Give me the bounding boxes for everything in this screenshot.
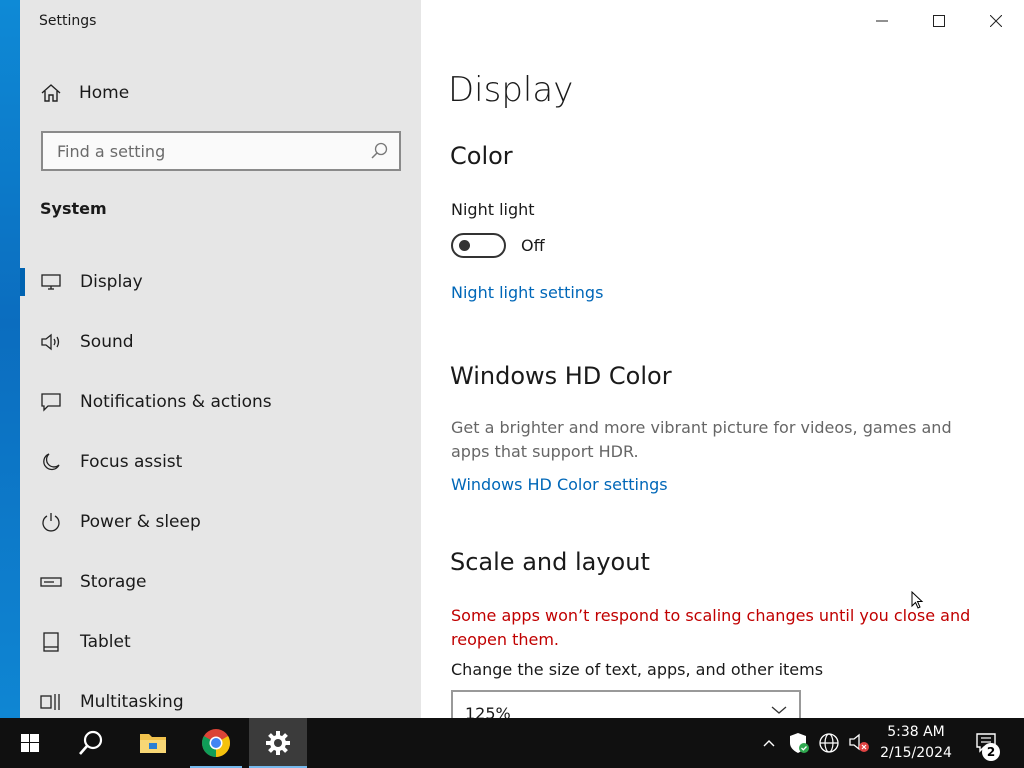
sidebar-nav: Display Sound Notifications & actions Fo… [20,252,421,718]
monitor-icon [40,271,62,293]
scale-size-label: Change the size of text, apps, and other… [451,660,824,679]
content-pane: Display Color Night light Off Night ligh… [421,0,1024,718]
sidebar-item-label: Notifications & actions [80,392,272,412]
scale-dropdown[interactable]: 125% [451,690,801,718]
search-button[interactable] [62,718,120,768]
hd-color-description: Get a brighter and more vibrant picture … [451,418,952,461]
sidebar-item-label: Power & sleep [80,512,201,532]
volume-tray-button[interactable] [846,718,872,768]
scale-layout-heading: Scale and layout [450,548,650,576]
settings-window: Settings Home System Display [20,0,1024,718]
night-light-state: Off [521,236,545,255]
sidebar-item-tablet[interactable]: Tablet [20,612,421,672]
chrome-icon [202,729,230,757]
sidebar-item-display[interactable]: Display [20,252,421,312]
minimize-icon [875,20,888,22]
folder-icon [140,734,166,753]
sidebar: Settings Home System Display [20,0,421,718]
minimize-button[interactable] [853,0,910,42]
shield-icon [790,733,809,753]
page-title: Display [448,70,574,110]
sidebar-item-label: Multitasking [80,692,184,712]
app-title: Settings [39,13,97,29]
network-tray-button[interactable] [816,718,842,768]
night-light-label: Night light [451,200,535,219]
sidebar-item-label: Focus assist [80,452,183,472]
hd-color-settings-link[interactable]: Windows HD Color settings [451,475,668,494]
toggle-knob [459,240,470,251]
chevron-down-icon [771,706,787,714]
maximize-button[interactable] [910,0,967,42]
file-explorer-button[interactable] [126,718,180,768]
volume-muted-icon [849,733,869,752]
close-button[interactable] [967,0,1024,42]
taskbar-clock[interactable]: 5:38 AM 2/15/2024 [876,722,956,764]
sidebar-item-notifications[interactable]: Notifications & actions [20,372,421,432]
settings-taskbar-button[interactable] [249,718,307,768]
show-hidden-icons-button[interactable] [758,718,780,768]
windows-logo-icon [21,734,39,752]
security-tray-button[interactable] [786,718,812,768]
notification-count-badge: 2 [982,743,1000,761]
scale-dropdown-value: 125% [465,703,511,719]
night-light-toggle[interactable] [451,233,506,258]
home-icon [41,84,61,102]
action-center-button[interactable]: 2 [966,718,1006,768]
mouse-cursor [911,591,924,609]
night-light-settings-link[interactable]: Night light settings [451,283,603,302]
power-icon [40,511,62,533]
sidebar-item-power-sleep[interactable]: Power & sleep [20,492,421,552]
sidebar-item-label: Storage [80,572,147,592]
close-icon [989,15,1002,27]
sidebar-item-multitasking[interactable]: Multitasking [20,672,421,718]
chrome-button[interactable] [190,718,242,768]
moon-icon [40,451,62,473]
tablet-icon [40,631,62,653]
sidebar-item-label: Tablet [80,632,131,652]
search-box[interactable] [41,131,401,171]
notification-icon [40,391,62,413]
gear-icon [266,731,290,755]
home-link[interactable]: Home [40,78,129,108]
storage-icon [40,571,62,593]
desktop-background [0,0,20,718]
maximize-icon [932,15,945,27]
section-title: System [40,199,107,218]
sidebar-item-label: Display [80,272,143,292]
sidebar-item-focus-assist[interactable]: Focus assist [20,432,421,492]
sidebar-item-label: Sound [80,332,134,352]
scaling-warning: Some apps won’t respond to scaling chang… [451,606,971,649]
taskbar: 5:38 AM 2/15/2024 2 [0,718,1024,768]
sidebar-item-storage[interactable]: Storage [20,552,421,612]
multitasking-icon [40,691,62,713]
speaker-icon [40,331,62,353]
hd-color-heading: Windows HD Color [450,362,672,390]
chevron-up-icon [763,740,775,747]
home-label: Home [79,83,130,103]
clock-time: 5:38 AM [887,724,945,740]
search-icon[interactable] [369,141,389,161]
clock-date: 2/15/2024 [880,745,952,761]
start-button[interactable] [0,718,60,768]
search-input[interactable] [43,133,369,169]
search-icon [79,730,103,755]
globe-icon [819,733,839,753]
window-controls [853,0,1024,42]
color-heading: Color [450,142,513,170]
night-light-toggle-row: Off [451,233,545,258]
sidebar-item-sound[interactable]: Sound [20,312,421,372]
